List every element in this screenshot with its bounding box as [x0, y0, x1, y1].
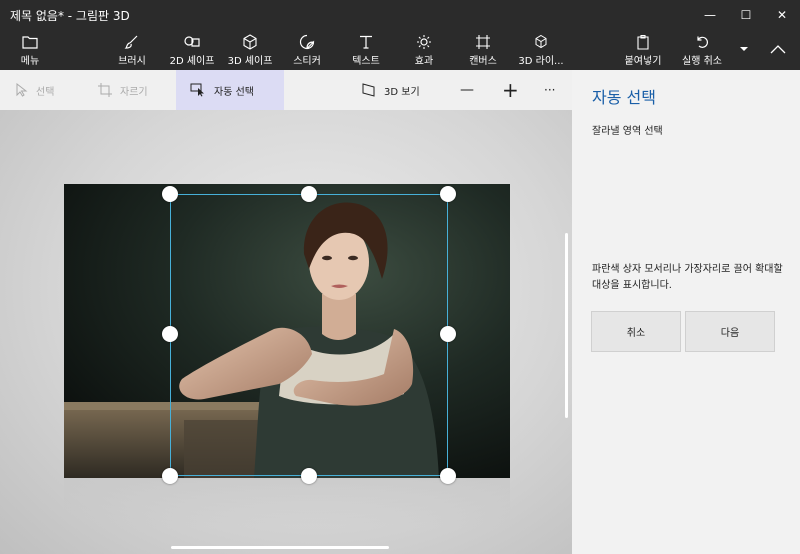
tool-3d-shapes[interactable]: 3D 셰이프 — [220, 30, 280, 70]
resize-handle-bottom-right[interactable] — [440, 468, 456, 484]
resize-handle-bottom[interactable] — [301, 468, 317, 484]
resize-handle-bottom-left[interactable] — [162, 468, 178, 484]
resize-handle-top-right[interactable] — [440, 186, 456, 202]
magic-select-button[interactable]: 자동 선택 — [176, 70, 284, 110]
window-title: 제목 없음* - 그림판 3D — [10, 8, 130, 23]
ribbon-toolbar: 메뉴 브러시 2D 셰이프 3D 셰이프 스티커 텍스트 효과 캔버스 3D 라… — [0, 30, 800, 70]
menu-label: 메뉴 — [20, 55, 40, 67]
resize-handle-top-left[interactable] — [162, 186, 178, 202]
resize-handle-top[interactable] — [301, 186, 317, 202]
brush-icon — [124, 34, 140, 50]
text-icon — [358, 34, 374, 50]
tool-canvas[interactable]: 캔버스 — [462, 30, 504, 70]
panel-title: 자동 선택 — [592, 88, 656, 107]
pointer-icon — [16, 83, 28, 97]
effects-icon — [416, 34, 432, 50]
chevron-up-icon — [770, 41, 786, 57]
paste-icon — [635, 34, 651, 50]
paste-button[interactable]: 붙여넣기 — [616, 30, 670, 70]
tool-label: 효과 — [414, 55, 434, 67]
canvas-area[interactable] — [0, 110, 572, 554]
3d-library-icon — [533, 34, 549, 50]
next-button[interactable]: 다음 — [685, 311, 775, 352]
tool-brushes[interactable]: 브러시 — [108, 30, 156, 70]
selection-toolbar: 선택 자르기 자동 선택 3D 보기 — + ··· — [0, 70, 572, 110]
crop-button[interactable]: 자르기 — [98, 70, 148, 110]
tool-effects[interactable]: 효과 — [406, 30, 442, 70]
tool-2d-shapes[interactable]: 2D 셰이프 — [162, 30, 222, 70]
magic-select-panel: 자동 선택 잘라낼 영역 선택 파란색 상자 모서리나 가장자리로 끌어 확대할… — [572, 70, 800, 554]
menu-button[interactable]: 메뉴 — [10, 30, 50, 70]
canvas-icon — [475, 34, 491, 50]
undo-label: 실행 취소 — [682, 55, 722, 67]
select-button[interactable]: 선택 — [16, 70, 54, 110]
tool-label: 브러시 — [118, 55, 146, 67]
close-button[interactable]: ✕ — [764, 0, 800, 30]
panel-subtitle: 잘라낼 영역 선택 — [592, 126, 663, 137]
cancel-button[interactable]: 취소 — [591, 311, 681, 352]
panel-description: 파란색 상자 모서리나 가장자리로 끌어 확대할 대상을 표시합니다. — [592, 264, 783, 291]
tool-label: 3D 라이... — [518, 55, 564, 67]
resize-handle-right[interactable] — [440, 326, 456, 342]
paste-label: 붙여넣기 — [624, 55, 662, 67]
horizontal-scrollbar[interactable] — [171, 546, 389, 549]
tool-label: 3D 셰이프 — [227, 55, 273, 67]
collapse-ribbon-button[interactable] — [760, 30, 796, 70]
history-dropdown-button[interactable] — [734, 30, 754, 70]
zoom-in-button[interactable]: + — [502, 70, 519, 110]
vertical-scrollbar[interactable] — [565, 233, 568, 418]
magic-select-label: 자동 선택 — [214, 86, 254, 98]
tool-label: 스티커 — [293, 55, 321, 67]
tool-3d-library[interactable]: 3D 라이... — [516, 30, 566, 70]
minimize-button[interactable]: — — [692, 0, 728, 30]
selection-box[interactable] — [170, 194, 448, 476]
undo-icon — [694, 34, 710, 50]
tool-label: 캔버스 — [469, 55, 497, 67]
zoom-out-button[interactable]: — — [460, 70, 474, 110]
tool-label: 텍스트 — [352, 55, 380, 67]
view-3d-icon — [362, 83, 376, 97]
crop-icon — [98, 83, 112, 97]
crop-label: 자르기 — [120, 86, 148, 98]
more-options-button[interactable]: ··· — [544, 70, 555, 110]
title-bar: 제목 없음* - 그림판 3D — ☐ ✕ — [0, 0, 800, 30]
tool-text[interactable]: 텍스트 — [346, 30, 386, 70]
magic-select-icon — [190, 83, 206, 97]
maximize-button[interactable]: ☐ — [728, 0, 764, 30]
folder-icon — [22, 34, 38, 50]
3d-shapes-icon — [242, 33, 258, 50]
caret-down-icon — [739, 41, 749, 57]
2d-shapes-icon — [183, 34, 201, 50]
undo-button[interactable]: 실행 취소 — [674, 30, 730, 70]
tool-stickers[interactable]: 스티커 — [286, 30, 328, 70]
tool-label: 2D 셰이프 — [169, 55, 215, 67]
view-3d-label: 3D 보기 — [384, 86, 420, 98]
photo-reflection — [64, 478, 510, 528]
view-3d-button[interactable]: 3D 보기 — [362, 70, 420, 110]
select-label: 선택 — [36, 86, 55, 98]
resize-handle-left[interactable] — [162, 326, 178, 342]
stickers-icon — [299, 34, 315, 50]
